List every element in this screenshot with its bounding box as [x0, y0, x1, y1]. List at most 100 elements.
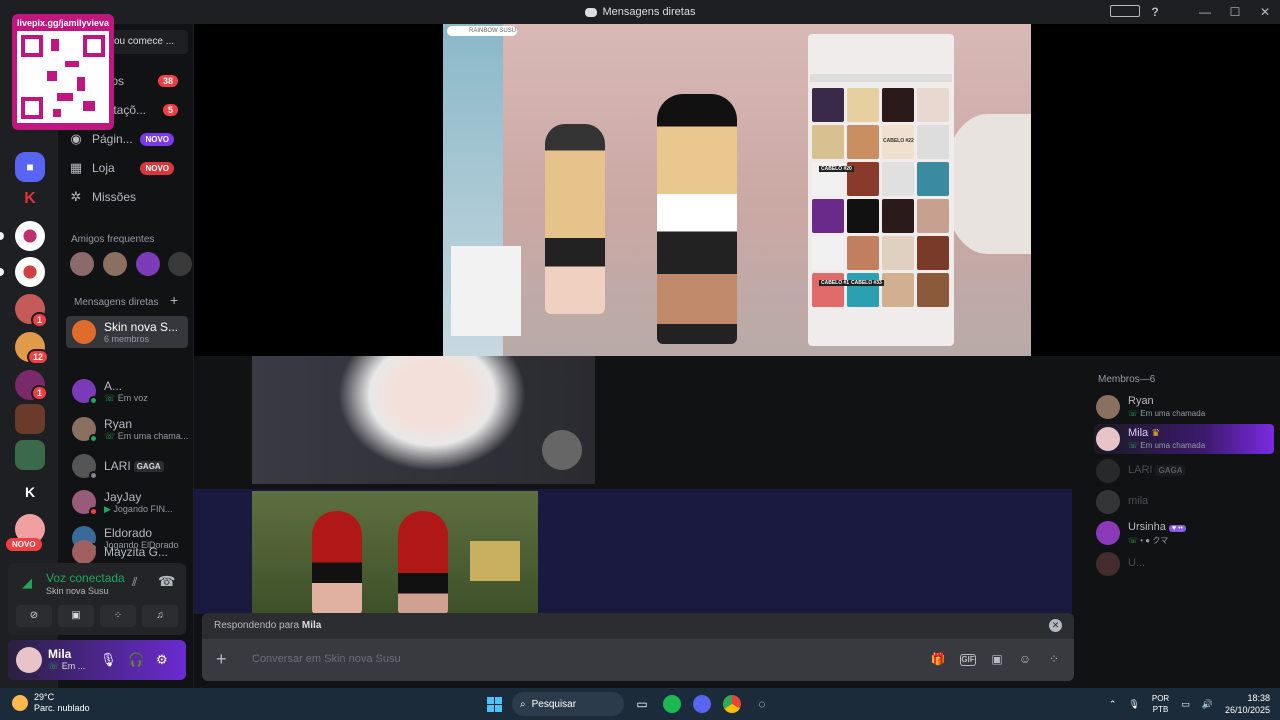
attach-plus-icon[interactable]: +	[216, 649, 227, 670]
spotify-icon[interactable]	[663, 695, 681, 713]
member-item[interactable]: LARI GAGA	[1094, 456, 1274, 486]
activities-button[interactable]: ⁘	[100, 605, 136, 627]
hair-thumbnail[interactable]	[917, 162, 949, 196]
user-avatar[interactable]	[16, 647, 42, 673]
nav-quests[interactable]: ✲ Missões	[68, 184, 188, 210]
member-item[interactable]: Ursinha ♥ •• ☏ • ● クマ	[1094, 518, 1274, 548]
dm-item[interactable]: A... ☏ Em voz	[66, 375, 188, 407]
hair-thumbnail[interactable]	[882, 273, 914, 307]
dm-item[interactable]: Ryan ☏ Em uma chama...	[66, 413, 188, 445]
group-avatar	[72, 320, 96, 344]
avatar	[72, 454, 98, 480]
sticker-icon[interactable]: ▣	[989, 652, 1005, 668]
gift-icon[interactable]: 🎁	[930, 652, 946, 668]
microphone-tray-icon[interactable]: 🎙	[1128, 699, 1139, 710]
hair-catalog-panel	[808, 34, 954, 346]
frequent-friend-avatar[interactable]	[168, 252, 192, 276]
hair-label: CABELO #22	[883, 138, 914, 144]
chevron-up-icon[interactable]: ⌃	[1109, 699, 1117, 710]
dm-name: LARI GAGA	[104, 459, 164, 473]
apps-icon[interactable]: ⁘	[1046, 652, 1062, 668]
hair-thumbnail[interactable]	[882, 162, 914, 196]
hair-thumbnail[interactable]	[917, 199, 949, 233]
discord-icon	[584, 7, 597, 17]
screen-share-button[interactable]: ▣	[58, 605, 94, 627]
hair-thumbnail[interactable]	[812, 236, 844, 270]
help-icon[interactable]: ?	[1140, 5, 1170, 19]
dm-item[interactable]: Skin nova S... 6 membros	[66, 316, 188, 348]
server-icon[interactable]	[15, 440, 45, 470]
member-item[interactable]: U...	[1094, 549, 1274, 579]
nav-shop[interactable]: ▦ Loja NOVO	[68, 155, 188, 181]
chrome-icon[interactable]	[723, 695, 741, 713]
hair-thumbnail[interactable]	[882, 88, 914, 122]
member-item[interactable]: Ryan ☏ Em uma chamada	[1094, 392, 1274, 422]
minimize-button[interactable]: —	[1190, 5, 1220, 19]
hair-thumbnail[interactable]	[812, 88, 844, 122]
gif-icon[interactable]: GIF	[960, 654, 976, 666]
frequent-friend-avatar[interactable]	[103, 252, 127, 276]
requests-badge: 5	[162, 104, 178, 116]
start-button[interactable]	[482, 692, 506, 716]
frequent-friend-avatar[interactable]	[70, 252, 94, 276]
frequent-friend-avatar[interactable]	[136, 252, 160, 276]
hair-thumbnail[interactable]	[847, 236, 879, 270]
settings-gear-icon[interactable]: ⚙	[156, 652, 168, 668]
hair-thumbnail[interactable]	[917, 236, 949, 270]
hair-thumbnail[interactable]	[917, 88, 949, 122]
inbox-icon[interactable]	[1110, 4, 1140, 20]
avatar	[72, 490, 98, 516]
task-view-icon[interactable]: ▭	[630, 692, 654, 716]
screen-share-tile[interactable]: RAINBOW SUSU CABELO #20 CABELO #22 CABEL…	[443, 24, 1031, 356]
discord-taskbar-icon[interactable]	[693, 695, 711, 713]
hair-thumbnail[interactable]	[847, 199, 879, 233]
disconnect-icon[interactable]: ☎	[158, 573, 175, 590]
soundboard-button[interactable]: ♫	[142, 605, 178, 627]
member-item[interactable]: Mila ♛ ☏ Em uma chamada	[1094, 424, 1274, 454]
taskbar-search[interactable]: ⌕ Pesquisar	[512, 692, 624, 716]
hair-thumbnail[interactable]	[847, 125, 879, 159]
dm-item[interactable]: LARI GAGA	[66, 450, 188, 482]
weather-desc: Parc. nublado	[34, 703, 90, 713]
server-icon[interactable]	[15, 404, 45, 434]
volume-icon[interactable]: 🔊	[1202, 699, 1213, 710]
armchair	[943, 114, 1031, 254]
hair-thumbnail[interactable]	[812, 199, 844, 233]
voice-channel[interactable]: Skin nova Susu	[46, 586, 109, 596]
camera-off-button[interactable]: ⊘	[16, 605, 52, 627]
server-icon[interactable]: K	[15, 184, 45, 214]
language-indicator[interactable]: POR PTB	[1152, 693, 1169, 715]
app-icon[interactable]: ◌	[750, 692, 774, 716]
clock[interactable]: 18:38 26/10/2025	[1225, 692, 1270, 716]
weather-widget[interactable]: 29°C Parc. nublado	[12, 692, 90, 714]
server-icon[interactable]	[15, 257, 45, 287]
create-dm-icon[interactable]: +	[170, 292, 178, 308]
maximize-button[interactable]: ☐	[1220, 5, 1250, 19]
shop-icon: ▦	[69, 160, 83, 175]
network-icon[interactable]: ▭	[1181, 699, 1190, 710]
headphones-icon[interactable]: 🎧	[128, 652, 144, 668]
video-tile[interactable]	[252, 491, 538, 614]
server-folder[interactable]: ■	[15, 152, 45, 182]
close-button[interactable]: ✕	[1250, 5, 1280, 19]
server-icon[interactable]: K	[15, 477, 45, 507]
hair-thumbnail[interactable]	[917, 125, 949, 159]
message-input[interactable]: Conversar em Skin nova Susu	[252, 653, 401, 665]
unread-pill	[0, 232, 4, 240]
hair-thumbnail[interactable]	[917, 273, 949, 307]
emoji-icon[interactable]: ☺	[1017, 652, 1033, 668]
hair-thumbnail[interactable]	[882, 199, 914, 233]
video-tile[interactable]	[252, 356, 595, 484]
hair-thumbnail[interactable]	[812, 273, 844, 307]
hair-thumbnail[interactable]	[812, 125, 844, 159]
dm-name: A...	[104, 378, 123, 393]
hair-thumbnail[interactable]	[847, 88, 879, 122]
hair-thumbnail[interactable]	[882, 236, 914, 270]
hair-thumbnail[interactable]	[847, 273, 879, 307]
microphone-icon[interactable]: 🎙	[100, 652, 117, 668]
noise-suppression-icon[interactable]: ⫽	[132, 575, 137, 590]
cancel-reply-icon[interactable]: ✕	[1049, 619, 1062, 632]
dm-item[interactable]: JayJay ▶ Jogando FIN...	[66, 486, 188, 518]
member-item[interactable]: mila	[1094, 487, 1274, 517]
server-icon[interactable]	[15, 221, 45, 251]
